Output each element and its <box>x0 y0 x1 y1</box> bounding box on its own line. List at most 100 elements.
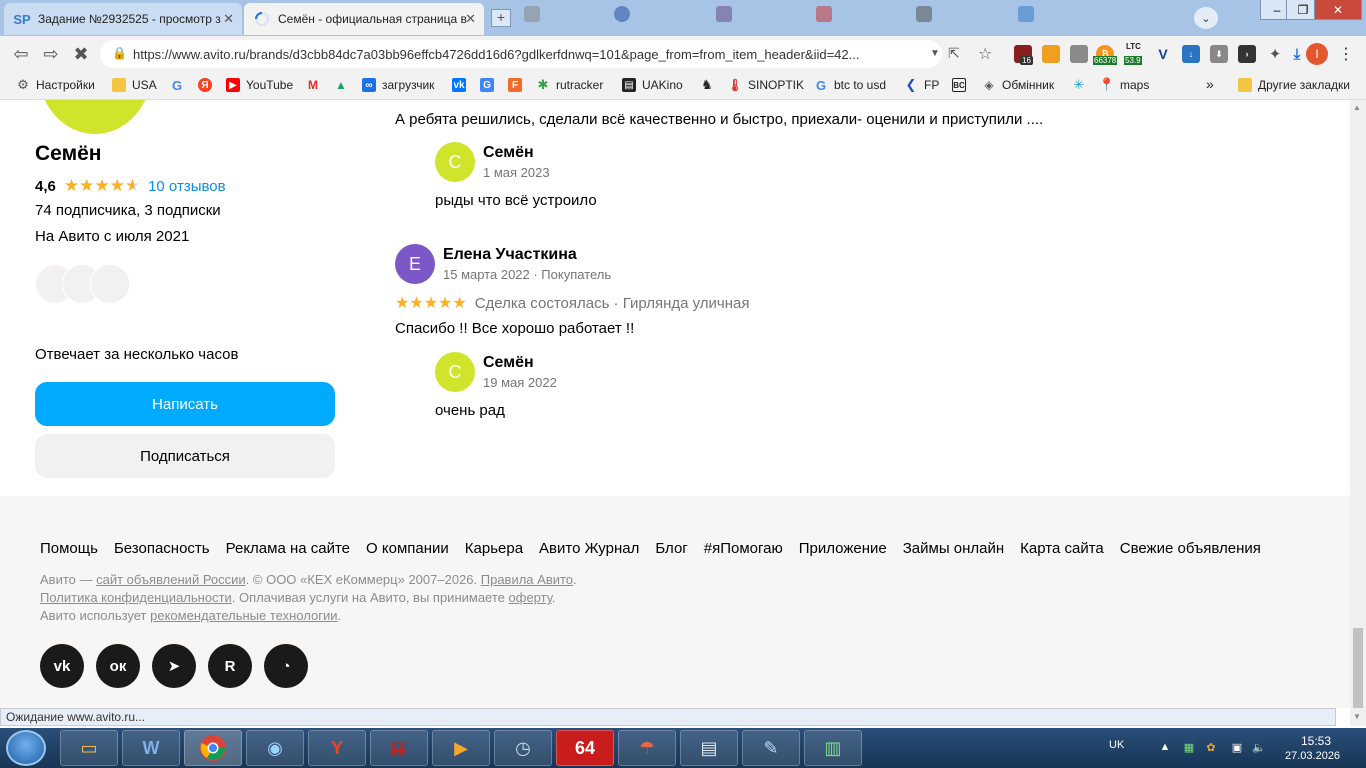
footer-link-help-others[interactable]: #яПомогаю <box>704 540 783 557</box>
filezilla-icon[interactable]: ▦ <box>370 730 428 766</box>
footer-link-sitemap[interactable]: Карта сайта <box>1020 540 1104 557</box>
bookmark-rutracker[interactable]: ✱ rutracker <box>536 77 604 92</box>
reviews-link[interactable]: 10 отзывов <box>148 178 226 195</box>
bookmark-downloader[interactable]: ∞ загрузчик <box>362 78 434 92</box>
bookmark-btc-to-usd[interactable]: Gbtc to usd <box>814 78 886 93</box>
tab-task[interactable]: SP Задание №2932525 - просмотр з ✕ <box>4 3 242 35</box>
footer-link-ads[interactable]: Реклама на сайте <box>226 540 350 557</box>
tray-app-icon[interactable]: ▦ <box>1182 740 1196 754</box>
vk-icon[interactable]: vk <box>40 644 84 688</box>
forward-arrow-icon[interactable]: ⇨ <box>40 44 62 64</box>
chrome-icon[interactable] <box>184 730 242 766</box>
internet-explorer-icon[interactable]: ◉ <box>246 730 304 766</box>
explorer-icon[interactable]: ▭ <box>60 730 118 766</box>
close-tab-icon[interactable]: ✕ <box>465 11 476 27</box>
pinned-tab-icon[interactable] <box>1018 6 1034 22</box>
tray-app-icon[interactable]: ✿ <box>1204 740 1218 754</box>
address-bar[interactable]: 🔒 https://www.avito.ru/brands/d3cbb84dc7… <box>100 40 942 68</box>
scroll-down-icon[interactable]: ▼ <box>1353 712 1361 721</box>
badge-icon[interactable] <box>90 264 130 304</box>
bookmark-chess[interactable]: ♞ <box>700 77 720 92</box>
footer-link-help[interactable]: Помощь <box>40 540 98 557</box>
privacy-link[interactable]: Политика конфиденциальности <box>40 590 232 605</box>
yandex-browser-icon[interactable]: Y <box>308 730 366 766</box>
classifieds-link[interactable]: сайт объявлений России <box>96 572 246 587</box>
close-tab-icon[interactable]: ✕ <box>223 11 234 27</box>
menu-dots-icon[interactable]: ⋮ <box>1338 44 1354 64</box>
bookmark-google[interactable]: G <box>170 78 190 93</box>
save-ext-icon[interactable]: ⬇ <box>1210 45 1228 63</box>
footer-link-app[interactable]: Приложение <box>799 540 887 557</box>
bookmark-star[interactable]: ✳ <box>1072 77 1092 92</box>
max-messenger-icon[interactable]: ◔ <box>264 644 308 688</box>
volume-icon[interactable]: 🔈 <box>1252 740 1266 754</box>
pinned-tab-icon[interactable] <box>916 6 932 22</box>
pinned-tab-icon[interactable] <box>614 6 630 22</box>
network-icon[interactable]: ▣ <box>1230 740 1244 754</box>
footer-link-about[interactable]: О компании <box>366 540 449 557</box>
clock-app-icon[interactable]: ◷ <box>494 730 552 766</box>
recommendation-tech-link[interactable]: рекомендательные технологии <box>150 608 337 623</box>
pinned-tab-icon[interactable] <box>816 6 832 22</box>
clock-time[interactable]: 15:53 <box>1296 734 1336 748</box>
bookmark-other[interactable]: Другие закладки <box>1238 78 1350 92</box>
bookmark-uakino[interactable]: ▤ UAKino <box>622 78 683 92</box>
bookmark-settings[interactable]: ⚙ Настройки <box>16 77 95 92</box>
notepad-icon[interactable]: ✎ <box>742 730 800 766</box>
aida64-icon[interactable]: 64 <box>556 730 614 766</box>
telegram-icon[interactable]: ➤ <box>152 644 196 688</box>
bookmark-sinoptik[interactable]: 🌡 SINOPTIK <box>727 78 804 92</box>
rules-link[interactable]: Правила Авито <box>481 572 573 587</box>
subscribe-button[interactable]: Подписаться <box>35 434 335 478</box>
bookmark-vk[interactable]: vk <box>452 78 472 92</box>
odnoklassniki-icon[interactable]: ок <box>96 644 140 688</box>
media-player-icon[interactable]: ▶ <box>432 730 490 766</box>
v-extension-icon[interactable]: V <box>1154 45 1172 63</box>
profile-avatar[interactable]: I <box>1306 43 1328 65</box>
offer-link[interactable]: оферту <box>509 590 552 605</box>
download-ext-icon[interactable]: ↓ <box>1182 45 1200 63</box>
arrow-ext-icon[interactable]: › <box>1238 45 1256 63</box>
bookmark-fp[interactable]: ❮ FP <box>904 77 940 92</box>
briefcase-icon[interactable] <box>1070 45 1088 63</box>
tab-avito-profile[interactable]: Семён - официальная страница в ✕ <box>244 3 484 35</box>
rutube-icon[interactable]: R <box>208 644 252 688</box>
bookmarks-more-button[interactable]: » <box>1206 76 1214 92</box>
bookmark-yandex[interactable]: Я <box>198 78 218 92</box>
bookmark-translate[interactable]: G <box>480 78 500 92</box>
puzzle-extensions-icon[interactable]: ✦ <box>1266 45 1284 63</box>
task-manager-icon[interactable]: ▥ <box>804 730 862 766</box>
reviewer-name[interactable]: Елена Участкина <box>443 246 577 264</box>
bookmark-exchanger[interactable]: ◈ Обмінник <box>982 78 1054 92</box>
tray-expand-icon[interactable]: ▲ <box>1158 740 1172 754</box>
footer-link-journal[interactable]: Авито Журнал <box>539 540 639 557</box>
downloads-icon[interactable]: ⤓ <box>1288 45 1306 63</box>
bookmark-youtube[interactable]: ▶ YouTube <box>226 78 293 92</box>
umbrella-icon[interactable]: ☂ <box>618 730 676 766</box>
bookmark-gmail[interactable]: M <box>306 78 326 92</box>
share-icon[interactable]: ⇱ <box>948 45 960 62</box>
bookmark-maps[interactable]: 📍 maps <box>1099 77 1149 92</box>
close-window-button[interactable]: ✕ <box>1314 0 1362 20</box>
clock-date[interactable]: 27.03.2026 <box>1285 750 1340 762</box>
pinned-tab-icon[interactable] <box>716 6 732 22</box>
language-indicator[interactable]: UK <box>1109 739 1124 751</box>
stop-loading-icon[interactable]: ✖ <box>70 44 92 64</box>
calculator-icon[interactable]: ▤ <box>680 730 738 766</box>
url-text[interactable]: https://www.avito.ru/brands/d3cbb84dc7a0… <box>133 47 893 62</box>
bookmark-f[interactable]: F <box>508 78 528 92</box>
scroll-up-icon[interactable]: ▲ <box>1353 103 1361 112</box>
bookmark-drive[interactable]: ▲ <box>334 78 354 92</box>
wireguard-icon[interactable]: W <box>122 730 180 766</box>
footer-link-loans[interactable]: Займы онлайн <box>903 540 1004 557</box>
tab-search-icon[interactable]: ⌄ <box>1194 7 1218 29</box>
footer-link-security[interactable]: Безопасность <box>114 540 210 557</box>
new-tab-button[interactable]: + <box>491 9 511 27</box>
start-button[interactable] <box>6 730 46 766</box>
back-arrow-icon[interactable]: ⇦ <box>10 44 32 64</box>
vertical-scrollbar[interactable]: ▲ ▼ <box>1350 100 1366 726</box>
dropdown-icon[interactable]: ▼ <box>930 48 940 59</box>
footer-link-blog[interactable]: Блог <box>655 540 687 557</box>
star-bookmark-icon[interactable]: ☆ <box>978 44 992 64</box>
footer-link-career[interactable]: Карьера <box>465 540 523 557</box>
